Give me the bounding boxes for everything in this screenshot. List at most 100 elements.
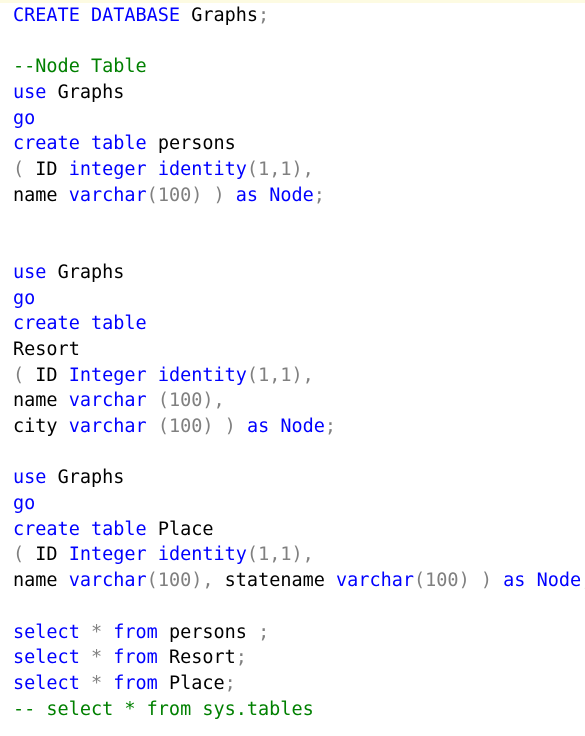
code-token-kw: as xyxy=(235,184,259,206)
code-token-num: 100 xyxy=(168,390,203,412)
code-line: select * from persons ; xyxy=(13,620,585,646)
code-token-id xyxy=(147,133,158,154)
code-token-kw: varchar xyxy=(68,390,147,412)
code-token-id xyxy=(58,185,69,206)
code-token-id: persons xyxy=(168,621,247,643)
code-token-id xyxy=(58,416,69,437)
code-token-kw: Integer xyxy=(68,544,147,566)
code-token-id xyxy=(24,159,35,180)
code-token-id: ID xyxy=(35,159,58,181)
code-line: ( ID integer identity(1,1), xyxy=(13,157,585,183)
code-token-op: * xyxy=(90,647,103,669)
code-token-id xyxy=(158,622,169,643)
code-token-punc: ( xyxy=(146,570,158,592)
code-token-punc: ( xyxy=(13,364,25,386)
code-token-punc: ) ) xyxy=(458,570,504,592)
code-line: create table xyxy=(13,311,585,337)
code-line: CREATE DATABASE Graphs; xyxy=(13,3,585,29)
code-token-kw: create xyxy=(13,313,80,335)
code-token-id xyxy=(58,544,69,565)
code-token-punc: , xyxy=(269,544,281,566)
code-token-id: Graphs xyxy=(57,467,125,489)
code-token-kw: use xyxy=(13,467,47,489)
code-token-kw: go xyxy=(13,287,36,309)
code-token-punc: ; xyxy=(258,621,270,643)
code-token-id xyxy=(80,622,91,643)
code-token-id: ID xyxy=(35,544,58,566)
code-token-kw: Node xyxy=(536,570,582,592)
code-token-punc: ), xyxy=(291,364,314,386)
code-token-num: 1 xyxy=(258,544,270,566)
code-token-kw: varchar xyxy=(68,416,147,437)
code-token-punc: ( xyxy=(13,159,25,181)
code-line: use Graphs xyxy=(13,465,585,491)
code-token-id xyxy=(325,570,336,591)
code-token-id xyxy=(147,159,158,180)
code-token-kw: go xyxy=(13,107,36,129)
code-token-kw: go xyxy=(13,493,36,515)
code-token-id xyxy=(147,416,158,437)
code-token-id xyxy=(147,544,158,565)
code-line: use Graphs xyxy=(13,80,585,106)
code-token-punc: ( xyxy=(157,416,169,437)
code-token-kw: from xyxy=(113,647,158,669)
code-token-kw: create xyxy=(13,518,80,540)
code-token-punc: ( xyxy=(13,544,25,566)
code-line: go xyxy=(13,491,585,517)
code-text-area[interactable]: CREATE DATABASE Graphs; --Node Table use … xyxy=(0,3,585,722)
code-token-id: name xyxy=(13,184,58,206)
code-token-kw: identity xyxy=(157,544,247,566)
code-token-id xyxy=(80,673,91,694)
code-token-id: Graphs xyxy=(191,5,259,26)
code-token-punc: ( xyxy=(146,184,158,206)
code-token-kw: use xyxy=(13,261,47,283)
code-line: create table persons xyxy=(13,131,585,157)
code-token-id xyxy=(80,133,91,154)
code-line: select * from Place; xyxy=(13,671,585,697)
code-token-id xyxy=(58,365,69,386)
code-token-kw: varchar xyxy=(336,570,415,592)
code-token-kw: identity xyxy=(157,159,247,181)
code-token-kw: Node xyxy=(280,416,325,437)
code-token-kw: from xyxy=(113,621,158,643)
code-token-id xyxy=(269,416,280,437)
code-token-id xyxy=(102,647,113,668)
code-token-kw: table xyxy=(90,313,147,335)
code-line: name varchar(100), statename varchar(100… xyxy=(13,568,585,594)
code-token-id xyxy=(158,673,169,694)
code-token-punc: ), xyxy=(291,544,314,566)
code-token-id: ID xyxy=(35,364,58,386)
code-token-id: Resort xyxy=(168,647,236,669)
code-token-punc: ), xyxy=(291,159,314,181)
code-token-num: 1 xyxy=(280,364,292,386)
sql-editor[interactable]: CREATE DATABASE Graphs; --Node Table use … xyxy=(0,0,585,736)
code-line: go xyxy=(13,286,585,312)
code-token-id: Resort xyxy=(13,338,80,360)
code-token-punc: ), xyxy=(191,570,225,592)
code-token-punc: ; xyxy=(235,647,247,669)
code-token-punc: ), xyxy=(202,390,225,412)
code-token-id xyxy=(247,622,258,643)
code-token-kw: as xyxy=(503,570,526,592)
code-token-id: Graphs xyxy=(57,261,125,283)
code-token-id xyxy=(80,313,91,334)
code-token-id xyxy=(180,5,191,26)
code-token-num: 1 xyxy=(258,159,270,181)
code-token-id xyxy=(58,570,69,591)
code-token-punc: ( xyxy=(246,544,259,566)
code-token-kw: Integer xyxy=(68,364,147,386)
code-token-com: --Node Table xyxy=(13,56,147,78)
code-token-id: Graphs xyxy=(57,82,125,104)
code-token-id xyxy=(147,519,158,540)
code-token-punc: ) ) xyxy=(202,416,247,437)
code-line: go xyxy=(13,106,585,132)
code-token-punc: ( xyxy=(157,390,169,412)
code-token-num: 100 xyxy=(157,570,192,592)
code-token-id xyxy=(46,262,57,283)
code-token-kw: DATABASE xyxy=(90,5,181,26)
code-token-kw: varchar xyxy=(68,570,147,592)
code-token-com: -- select * from sys.tables xyxy=(13,698,314,720)
code-token-kw: varchar xyxy=(68,184,147,206)
